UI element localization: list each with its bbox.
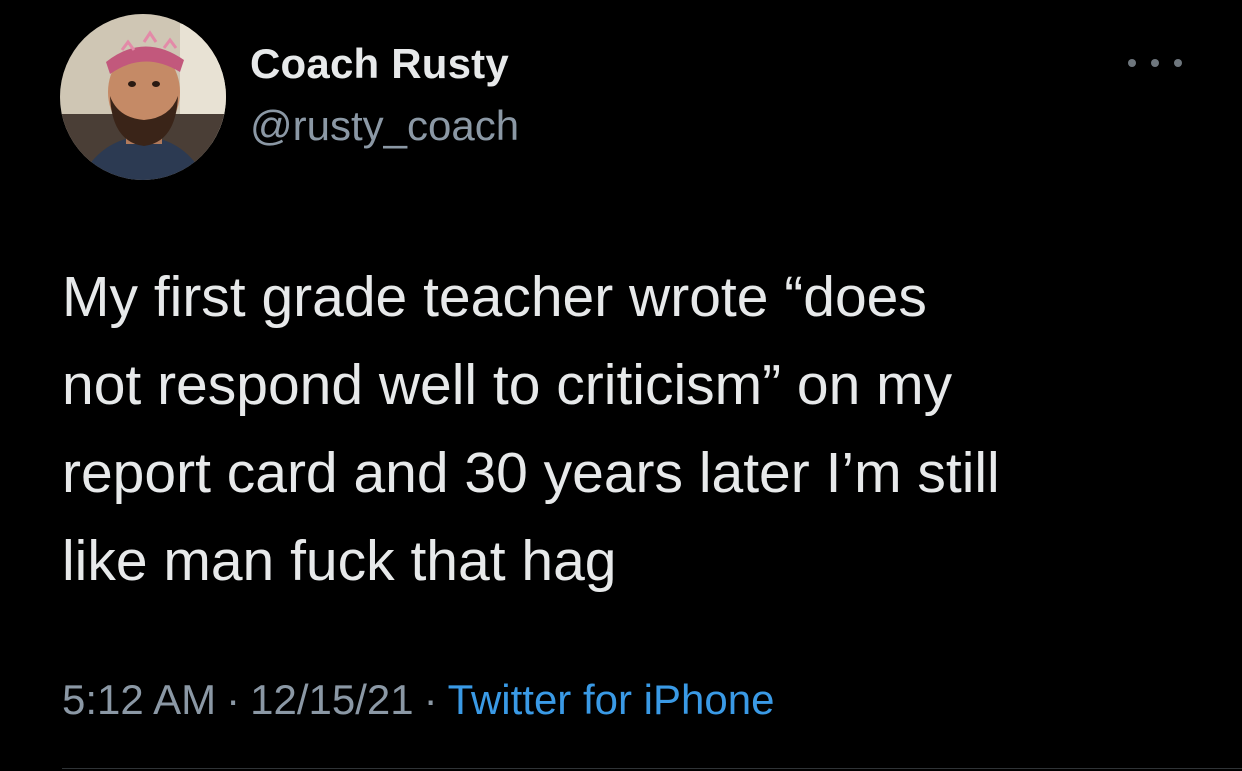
- tweet-metadata: 5:12 AM · 12/15/21 · Twitter for iPhone: [62, 676, 774, 724]
- avatar-photo-icon: [60, 14, 226, 180]
- more-dot: [1128, 59, 1136, 67]
- tweet-text-line: like man fuck that hag: [62, 529, 617, 593]
- avatar[interactable]: [60, 14, 226, 180]
- tweet-card: Coach Rusty @rusty_coach My first grade …: [0, 0, 1242, 771]
- more-options-icon[interactable]: [1128, 48, 1182, 78]
- more-dot: [1174, 59, 1182, 67]
- tweet-date[interactable]: 12/15/21: [250, 676, 414, 723]
- tweet-time[interactable]: 5:12 AM: [62, 676, 216, 723]
- tweet-text-line: report card and 30 years later I’m still: [62, 441, 1000, 505]
- author-handle[interactable]: @rusty_coach: [250, 102, 519, 150]
- author-display-name[interactable]: Coach Rusty: [250, 40, 509, 88]
- tweet-source-link[interactable]: Twitter for iPhone: [448, 676, 775, 723]
- tweet-text-line: My first grade teacher wrote “does: [62, 265, 927, 329]
- tweet-text-line: not respond well to criticism” on my: [62, 353, 953, 417]
- divider: [62, 768, 1242, 769]
- tweet-text: My first grade teacher wrote “does not r…: [62, 253, 1202, 605]
- meta-separator: ·: [226, 676, 241, 723]
- meta-separator: ·: [423, 676, 438, 723]
- more-dot: [1151, 59, 1159, 67]
